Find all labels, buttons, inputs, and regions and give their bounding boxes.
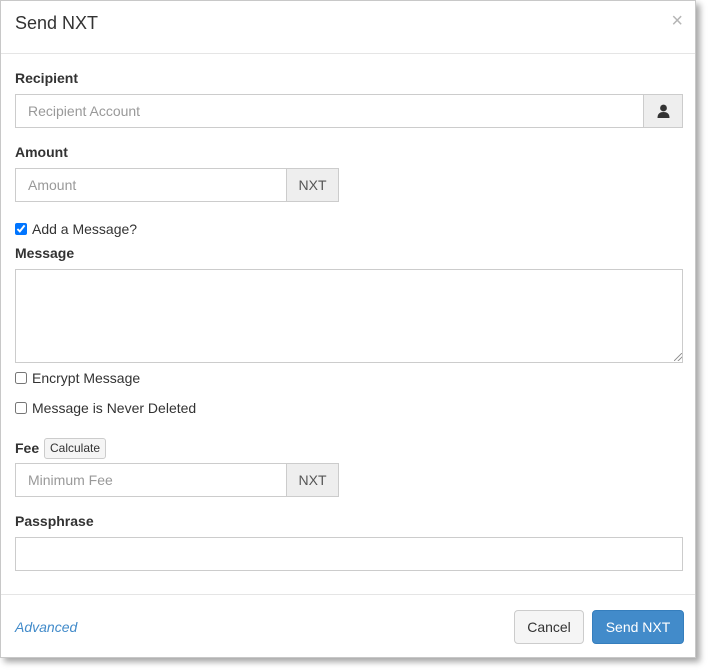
message-label: Message [15,245,75,261]
close-icon[interactable]: × [671,11,683,31]
fee-input[interactable] [15,463,287,497]
fee-label: Fee [15,440,40,456]
recipient-label: Recipient [15,70,79,86]
recipient-contacts-button[interactable] [643,94,683,128]
recipient-input[interactable] [15,94,644,128]
send-nxt-button[interactable]: Send NXT [592,610,684,644]
dialog-title: Send NXT [15,13,99,33]
encrypt-message-option[interactable]: Encrypt Message [15,370,140,386]
cancel-button[interactable]: Cancel [514,610,584,644]
fee-unit-addon: NXT [286,463,339,497]
encrypt-message-label: Encrypt Message [32,370,141,386]
send-nxt-dialog: Send NXT × Recipient Amount NXT Add a Me… [0,0,696,658]
never-deleted-checkbox[interactable] [15,402,27,414]
add-message-option[interactable]: Add a Message? [15,221,137,237]
dialog-header: Send NXT × [1,1,695,54]
add-message-checkbox[interactable] [15,223,27,235]
passphrase-label: Passphrase [15,513,94,529]
user-icon [657,104,670,118]
amount-input[interactable] [15,168,287,202]
encrypt-message-checkbox[interactable] [15,372,27,384]
passphrase-input[interactable] [15,537,683,571]
dialog-footer: Advanced Cancel Send NXT [1,594,695,658]
message-textarea[interactable] [15,269,683,363]
add-message-label: Add a Message? [32,221,138,237]
calculate-fee-button[interactable]: Calculate [44,438,107,459]
advanced-link[interactable]: Advanced [15,619,77,635]
amount-label: Amount [15,144,68,160]
amount-unit-addon: NXT [286,168,339,202]
never-deleted-option[interactable]: Message is Never Deleted [15,400,196,416]
resize-handle-icon[interactable] [674,353,682,361]
never-deleted-label: Message is Never Deleted [32,400,197,416]
